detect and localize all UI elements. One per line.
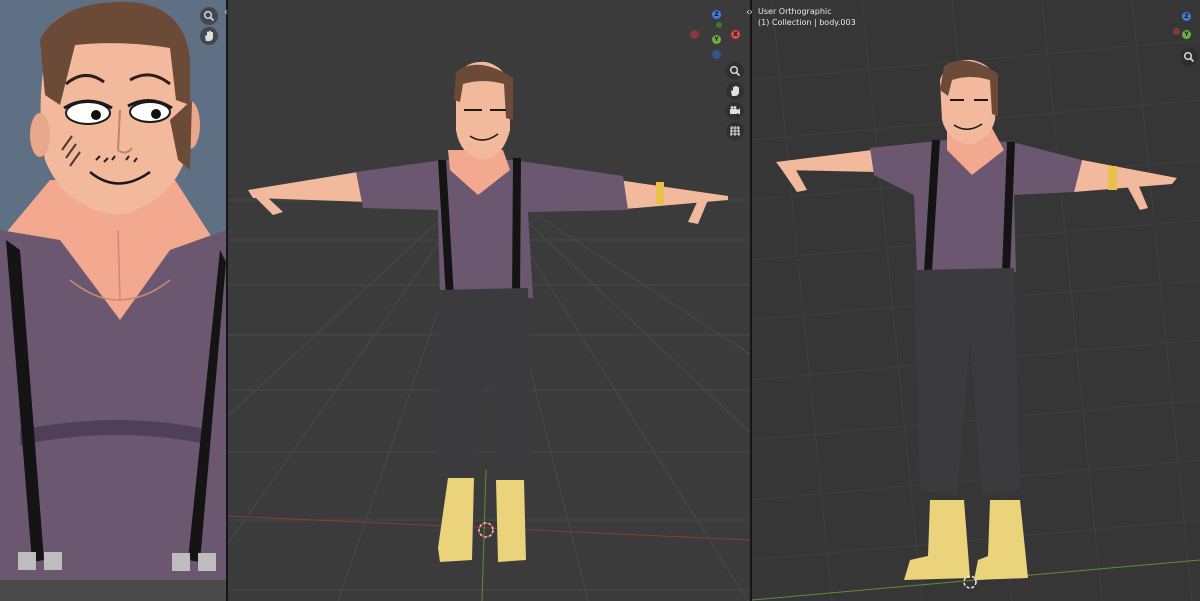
scene-orthographic-render [752, 0, 1200, 601]
gizmo-z-axis[interactable]: Z [712, 10, 721, 19]
grid-ortho-icon[interactable] [726, 122, 744, 140]
viewport-closeup[interactable] [0, 0, 226, 601]
viewport-perspective[interactable]: Z Y X [228, 0, 750, 601]
gizmo-neg-x-axis[interactable] [690, 30, 699, 39]
gizmo-y-axis[interactable]: Y [1182, 30, 1191, 39]
collection-info-label: (1) Collection | body.003 [758, 18, 856, 27]
gizmo-neg-y-axis[interactable] [716, 22, 722, 28]
character-closeup-render [0, 0, 226, 601]
camera-icon[interactable] [726, 102, 744, 120]
hand-pan-icon[interactable] [726, 82, 744, 100]
zoom-icon[interactable] [726, 62, 744, 80]
gizmo-x-axis[interactable]: X [731, 30, 740, 39]
gizmo-neg-z-axis[interactable] [712, 50, 721, 59]
viewport-orthographic[interactable]: User Orthographic (1) Collection | body.… [752, 0, 1200, 601]
gizmo-y-axis[interactable]: Y [712, 35, 721, 44]
zoom-icon[interactable] [1180, 48, 1198, 66]
view-name-label: User Orthographic [758, 7, 832, 16]
scene-perspective-render [228, 0, 750, 601]
gizmo-neg-x-axis[interactable] [1173, 28, 1180, 35]
hand-pan-icon[interactable] [200, 27, 218, 45]
gizmo-z-axis[interactable]: Z [1182, 12, 1191, 21]
zoom-icon[interactable] [200, 7, 218, 25]
